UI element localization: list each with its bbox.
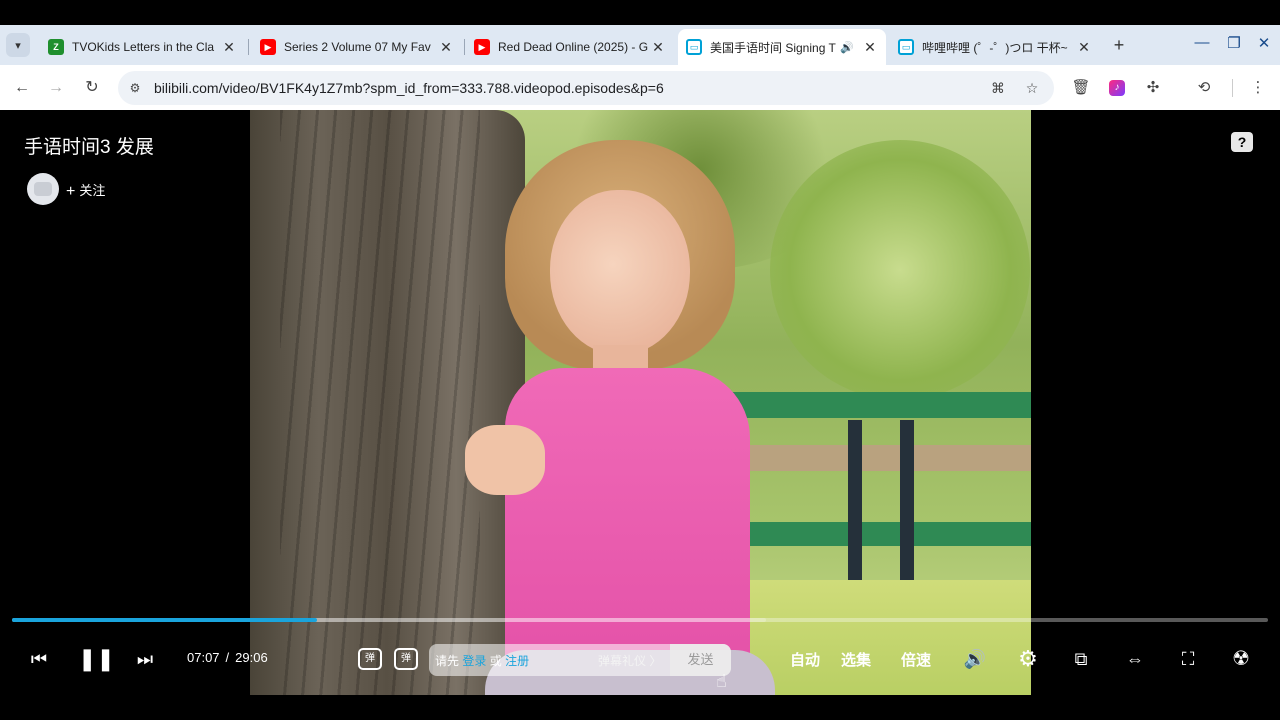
bookmark-star-icon[interactable]: ☆ xyxy=(1022,78,1042,98)
hand-cursor-icon: ☝ xyxy=(716,671,727,691)
help-icon[interactable]: ? xyxy=(1231,132,1253,152)
video-frame[interactable] xyxy=(250,110,1031,695)
picture-in-picture-icon[interactable]: ⧉ xyxy=(1068,646,1094,672)
tab-title: TVOKids Letters in the Cla xyxy=(72,40,215,54)
browser-chrome: ▾ Z TVOKids Letters in the Cla ✕ ▶ Serie… xyxy=(0,25,1280,110)
close-icon[interactable]: ✕ xyxy=(1076,39,1092,56)
web-fullscreen-icon[interactable]: ⛶ xyxy=(1175,646,1201,672)
auto-quality-button[interactable]: 自动 xyxy=(790,649,820,670)
youtube-icon: ▶ xyxy=(260,39,276,55)
video-bench xyxy=(730,445,1031,471)
minimize-icon[interactable]: — xyxy=(1192,34,1212,51)
bilibili-icon: ▭ xyxy=(898,39,914,55)
video-child xyxy=(465,140,775,695)
tab-search-button[interactable]: ▾ xyxy=(6,33,30,57)
video-title: 手语时间3 发展 xyxy=(24,137,154,158)
tab-tvokids[interactable]: Z TVOKids Letters in the Cla ✕ xyxy=(40,29,245,65)
danmaku-toggle-icon[interactable]: 弹 xyxy=(358,648,382,670)
plus-icon: + xyxy=(66,183,76,200)
screen: ▾ Z TVOKids Letters in the Cla ✕ ▶ Serie… xyxy=(0,0,1280,720)
close-window-icon[interactable]: ✕ xyxy=(1254,34,1274,52)
current-time: 07:07 xyxy=(187,650,220,665)
tab-series2[interactable]: ▶ Series 2 Volume 07 My Fav ✕ xyxy=(252,29,462,65)
follow-label: 关注 xyxy=(79,183,106,198)
follow-button[interactable]: + 关注 xyxy=(66,180,105,201)
bilibili-icon: ▭ xyxy=(686,39,702,55)
register-link[interactable]: 注册 xyxy=(505,654,529,668)
time-separator: / xyxy=(225,650,230,665)
speaker-icon[interactable]: 🔊 xyxy=(840,41,856,54)
forward-icon[interactable]: → xyxy=(44,76,68,100)
tab-title: 美国手语时间 Signing T xyxy=(710,40,836,55)
video-foliage xyxy=(770,140,1030,400)
url-text[interactable]: bilibili.com/video/BV1FK4y1Z7mb?spm_id_f… xyxy=(154,80,664,96)
new-tab-button[interactable]: + xyxy=(1108,34,1130,56)
close-icon[interactable]: ✕ xyxy=(650,39,666,56)
toolbar: ← → ↻ ⚙ bilibili.com/video/BV1FK4y1Z7mb?… xyxy=(0,65,1280,110)
tab-strip: ▾ Z TVOKids Letters in the Cla ✕ ▶ Serie… xyxy=(0,25,1280,65)
time-display: 07:07 / 29:06 xyxy=(187,650,268,665)
video-player[interactable]: 手语时间3 发展 + 关注 ? ⏮ ❚❚ ⏭ 07:07 / 29:06 弹 弹 请先… xyxy=(0,110,1280,695)
extensions-puzzle-icon[interactable]: ✣ xyxy=(1141,76,1165,100)
pause-icon[interactable]: ❚❚ xyxy=(78,646,115,672)
tab-separator xyxy=(248,39,249,55)
tab-signing-time[interactable]: ▭ 美国手语时间 Signing T 🔊 ✕ xyxy=(678,29,886,65)
address-bar[interactable]: ⚙ bilibili.com/video/BV1FK4y1Z7mb?spm_id… xyxy=(118,71,1054,105)
tab-title: 哔哩哔哩 (゜-゜)つロ 干杯~ xyxy=(922,40,1068,55)
tvokids-icon: Z xyxy=(48,39,64,55)
tab-separator xyxy=(464,39,465,55)
fullscreen-icon[interactable]: ☢ xyxy=(1228,646,1254,672)
tab-red-dead[interactable]: ▶ Red Dead Online (2025) - G ✕ xyxy=(466,29,674,65)
restore-icon[interactable]: ❐ xyxy=(1224,34,1244,52)
volume-icon[interactable]: 🔊 xyxy=(962,646,988,672)
settings-gear-icon[interactable]: ⚙ xyxy=(1015,646,1041,672)
danmaku-input[interactable]: 请先 登录 或 注册 弹幕礼仪 〉 发送 xyxy=(429,644,731,676)
danmaku-hint: 请先 登录 或 注册 xyxy=(435,652,529,669)
progress-bar[interactable] xyxy=(12,618,1268,622)
back-icon[interactable]: ← xyxy=(10,76,34,100)
history-icon[interactable]: ⟲ xyxy=(1192,76,1216,100)
tab-bilibili-home[interactable]: ▭ 哔哩哔哩 (゜-゜)つロ 干杯~ ✕ xyxy=(890,29,1100,65)
widescreen-icon[interactable]: ⇔ xyxy=(1122,646,1148,672)
close-icon[interactable]: ✕ xyxy=(221,39,237,56)
tab-title: Red Dead Online (2025) - G xyxy=(498,40,649,54)
site-info-icon[interactable]: ⚙ xyxy=(126,79,144,97)
previous-icon[interactable]: ⏮ xyxy=(26,646,52,672)
danmaku-etiquette-link[interactable]: 弹幕礼仪 〉 xyxy=(598,652,661,669)
hint-prefix: 请先 xyxy=(435,654,460,668)
toolbar-divider xyxy=(1232,79,1233,97)
video-tree xyxy=(250,110,525,695)
next-icon[interactable]: ⏭ xyxy=(132,646,158,672)
episodes-button[interactable]: 选集 xyxy=(841,649,871,670)
translate-icon[interactable]: ⌘ xyxy=(988,78,1008,98)
close-icon[interactable]: ✕ xyxy=(862,39,878,56)
avatar[interactable] xyxy=(27,173,59,205)
tab-title: Series 2 Volume 07 My Fav xyxy=(284,40,431,54)
login-link[interactable]: 登录 xyxy=(462,654,486,668)
total-time: 29:06 xyxy=(235,650,268,665)
reload-icon[interactable]: ↻ xyxy=(80,76,104,100)
youtube-icon: ▶ xyxy=(474,39,490,55)
speed-button[interactable]: 倍速 xyxy=(901,649,931,670)
menu-icon[interactable]: ⋮ xyxy=(1246,76,1270,100)
extension-trash-icon[interactable]: 🗑 xyxy=(1069,76,1093,100)
danmaku-settings-icon[interactable]: 弹 xyxy=(394,648,418,670)
hint-or: 或 xyxy=(489,654,502,668)
music-extension-icon[interactable]: ♪ xyxy=(1109,80,1125,96)
progress-played xyxy=(12,618,318,622)
close-icon[interactable]: ✕ xyxy=(438,39,454,56)
